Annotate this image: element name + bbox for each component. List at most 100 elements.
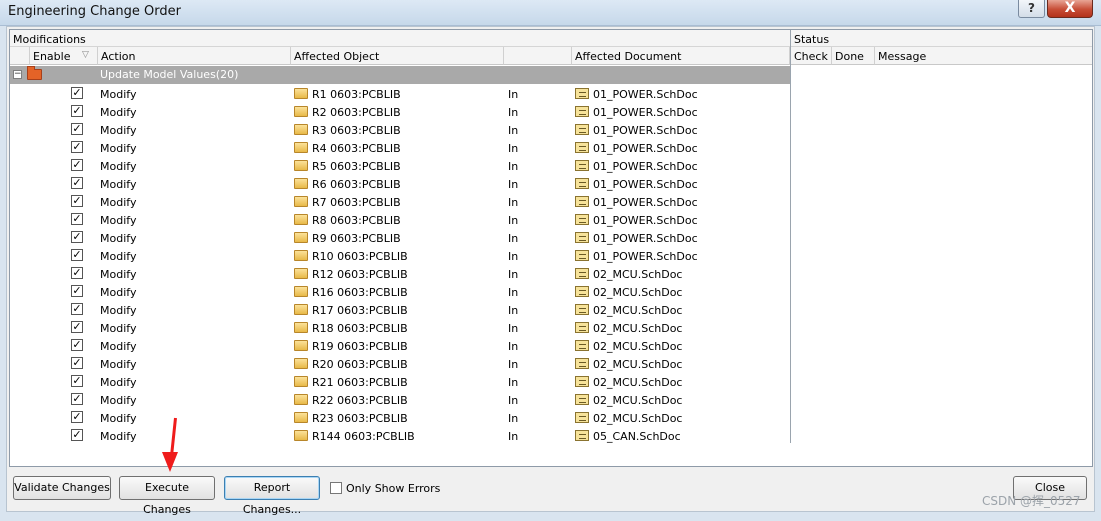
only-show-errors-label: Only Show Errors bbox=[346, 482, 441, 495]
column-header-action[interactable]: Action bbox=[98, 47, 291, 65]
folder-icon bbox=[294, 88, 308, 99]
table-row[interactable]: ✓ Modify R2 0603:PCBLIB In 01_POWER.SchDoc bbox=[10, 103, 790, 121]
table-row[interactable]: ✓ Modify R18 0603:PCBLIB In 02_MCU.SchDoc bbox=[10, 319, 790, 337]
table-row[interactable]: ✓ Modify R19 0603:PCBLIB In 02_MCU.SchDoc bbox=[10, 337, 790, 355]
enable-checkbox[interactable]: ✓ bbox=[71, 321, 83, 333]
folder-icon bbox=[294, 268, 308, 279]
table-row[interactable]: ✓ Modify R3 0603:PCBLIB In 01_POWER.SchDoc bbox=[10, 121, 790, 139]
direction-cell: In bbox=[508, 430, 519, 443]
enable-checkbox[interactable]: ✓ bbox=[71, 231, 83, 243]
enable-checkbox[interactable]: ✓ bbox=[71, 195, 83, 207]
table-row[interactable]: ✓ Modify R7 0603:PCBLIB In 01_POWER.SchDoc bbox=[10, 193, 790, 211]
column-header-direction[interactable] bbox=[504, 47, 572, 65]
table-row[interactable]: ✓ Modify R23 0603:PCBLIB In 02_MCU.SchDoc bbox=[10, 409, 790, 427]
enable-checkbox[interactable]: ✓ bbox=[71, 177, 83, 189]
affected-document-cell: 01_POWER.SchDoc bbox=[593, 214, 698, 227]
only-show-errors-checkbox[interactable] bbox=[330, 482, 342, 494]
schematic-doc-icon bbox=[575, 106, 589, 117]
enable-checkbox[interactable]: ✓ bbox=[71, 357, 83, 369]
status-separator bbox=[790, 30, 791, 443]
column-header-done[interactable]: Done bbox=[832, 47, 875, 65]
folder-icon bbox=[294, 124, 308, 135]
action-cell: Modify bbox=[100, 340, 137, 353]
execute-changes-button[interactable]: Execute Changes bbox=[119, 476, 215, 516]
schematic-doc-icon bbox=[575, 340, 589, 351]
affected-object-cell: R4 0603:PCBLIB bbox=[312, 142, 401, 155]
affected-document-cell: 01_POWER.SchDoc bbox=[593, 106, 698, 119]
action-cell: Modify bbox=[100, 322, 137, 335]
direction-cell: In bbox=[508, 268, 519, 281]
validate-changes-button[interactable]: Validate Changes bbox=[13, 476, 111, 500]
report-changes-button[interactable]: Report Changes... bbox=[224, 476, 320, 516]
affected-object-cell: R6 0603:PCBLIB bbox=[312, 178, 401, 191]
affected-document-cell: 02_MCU.SchDoc bbox=[593, 376, 683, 389]
enable-checkbox[interactable]: ✓ bbox=[71, 105, 83, 117]
enable-checkbox[interactable]: ✓ bbox=[71, 159, 83, 171]
collapse-icon[interactable]: − bbox=[13, 70, 22, 79]
enable-checkbox[interactable]: ✓ bbox=[71, 267, 83, 279]
direction-cell: In bbox=[508, 304, 519, 317]
action-cell: Modify bbox=[100, 394, 137, 407]
direction-cell: In bbox=[508, 250, 519, 263]
watermark: CSDN @挥_0527 bbox=[982, 494, 1081, 508]
table-row[interactable]: ✓ Modify R5 0603:PCBLIB In 01_POWER.SchDoc bbox=[10, 157, 790, 175]
direction-cell: In bbox=[508, 394, 519, 407]
table-row[interactable]: ✓ Modify R9 0603:PCBLIB In 01_POWER.SchDoc bbox=[10, 229, 790, 247]
dialog-client: Modifications Status Enable ▽ Action Aff… bbox=[6, 26, 1095, 516]
action-cell: Modify bbox=[100, 250, 137, 263]
enable-checkbox[interactable]: ✓ bbox=[71, 429, 83, 441]
affected-document-cell: 01_POWER.SchDoc bbox=[593, 232, 698, 245]
schematic-doc-icon bbox=[575, 250, 589, 261]
schematic-doc-icon bbox=[575, 412, 589, 423]
column-header-enable[interactable]: Enable ▽ bbox=[30, 47, 98, 65]
table-row[interactable]: ✓ Modify R6 0603:PCBLIB In 01_POWER.SchDoc bbox=[10, 175, 790, 193]
table-row[interactable]: ✓ Modify R12 0603:PCBLIB In 02_MCU.SchDoc bbox=[10, 265, 790, 283]
column-header-message[interactable]: Message bbox=[875, 47, 1092, 65]
enable-checkbox[interactable]: ✓ bbox=[71, 375, 83, 387]
direction-cell: In bbox=[508, 178, 519, 191]
enable-checkbox[interactable]: ✓ bbox=[71, 285, 83, 297]
enable-checkbox[interactable]: ✓ bbox=[71, 123, 83, 135]
table-row[interactable]: ✓ Modify R17 0603:PCBLIB In 02_MCU.SchDoc bbox=[10, 301, 790, 319]
table-row[interactable]: ✓ Modify R21 0603:PCBLIB In 02_MCU.SchDoc bbox=[10, 373, 790, 391]
folder-icon bbox=[294, 304, 308, 315]
enable-checkbox[interactable]: ✓ bbox=[71, 411, 83, 423]
folder-icon bbox=[294, 178, 308, 189]
table-row[interactable]: ✓ Modify R4 0603:PCBLIB In 01_POWER.SchDoc bbox=[10, 139, 790, 157]
table-row[interactable]: ✓ Modify R144 0603:PCBLIB In 05_CAN.SchDoc bbox=[10, 427, 790, 445]
table-row[interactable]: ✓ Modify R10 0603:PCBLIB In 01_POWER.SchDoc bbox=[10, 247, 790, 265]
group-row-update-model-values[interactable]: − Update Model Values(20) bbox=[10, 66, 790, 84]
enable-checkbox[interactable]: ✓ bbox=[71, 249, 83, 261]
direction-cell: In bbox=[508, 214, 519, 227]
help-button[interactable]: ? bbox=[1018, 0, 1045, 18]
window-close-button[interactable]: X bbox=[1047, 0, 1093, 18]
changes-grid[interactable]: Modifications Status Enable ▽ Action Aff… bbox=[9, 29, 1093, 467]
enable-checkbox[interactable]: ✓ bbox=[71, 87, 83, 99]
schematic-doc-icon bbox=[575, 322, 589, 333]
folder-icon bbox=[294, 412, 308, 423]
schematic-doc-icon bbox=[575, 358, 589, 369]
enable-checkbox[interactable]: ✓ bbox=[71, 393, 83, 405]
action-cell: Modify bbox=[100, 376, 137, 389]
column-header-affected-object[interactable]: Affected Object bbox=[291, 47, 504, 65]
table-row[interactable]: ✓ Modify R22 0603:PCBLIB In 02_MCU.SchDoc bbox=[10, 391, 790, 409]
action-cell: Modify bbox=[100, 88, 137, 101]
column-header-check[interactable]: Check bbox=[790, 47, 832, 65]
column-header-affected-document[interactable]: Affected Document bbox=[572, 47, 790, 65]
affected-document-cell: 05_CAN.SchDoc bbox=[593, 430, 681, 443]
enable-checkbox[interactable]: ✓ bbox=[71, 213, 83, 225]
schematic-doc-icon bbox=[575, 286, 589, 297]
table-row[interactable]: ✓ Modify R8 0603:PCBLIB In 01_POWER.SchDoc bbox=[10, 211, 790, 229]
table-row[interactable]: ✓ Modify R16 0603:PCBLIB In 02_MCU.SchDoc bbox=[10, 283, 790, 301]
enable-checkbox[interactable]: ✓ bbox=[71, 339, 83, 351]
affected-object-cell: R18 0603:PCBLIB bbox=[312, 322, 408, 335]
affected-object-cell: R1 0603:PCBLIB bbox=[312, 88, 401, 101]
title-bar: Engineering Change Order ? X bbox=[0, 0, 1101, 26]
table-row[interactable]: ✓ Modify R1 0603:PCBLIB In 01_POWER.SchDoc bbox=[10, 85, 790, 103]
folder-icon bbox=[294, 214, 308, 225]
affected-object-cell: R22 0603:PCBLIB bbox=[312, 394, 408, 407]
table-row[interactable]: ✓ Modify R20 0603:PCBLIB In 02_MCU.SchDoc bbox=[10, 355, 790, 373]
action-cell: Modify bbox=[100, 232, 137, 245]
enable-checkbox[interactable]: ✓ bbox=[71, 141, 83, 153]
enable-checkbox[interactable]: ✓ bbox=[71, 303, 83, 315]
